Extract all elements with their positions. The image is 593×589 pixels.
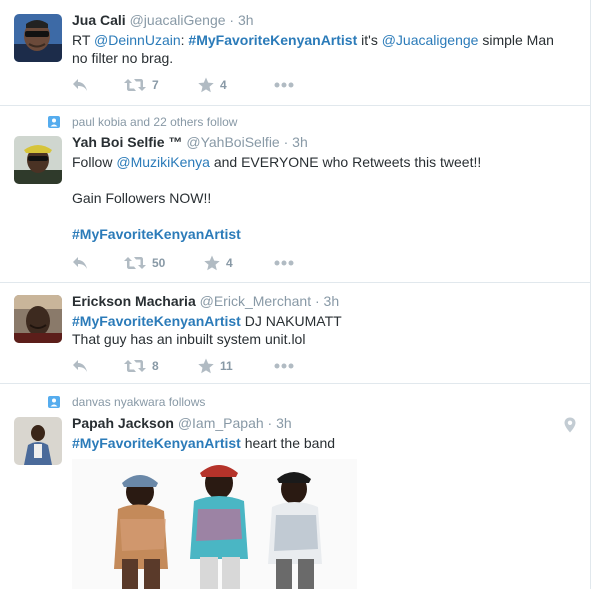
hashtag-link[interactable]: #MyFavoriteKenyanArtist <box>188 32 357 48</box>
author-name[interactable]: Jua Cali <box>72 12 126 28</box>
avatar[interactable] <box>14 295 62 343</box>
favorite-count: 4 <box>226 256 233 270</box>
retweet-count: 50 <box>152 256 166 270</box>
favorite-button[interactable]: 4 <box>204 254 233 272</box>
text-fragment: RT <box>72 32 95 48</box>
person-icon <box>48 116 60 128</box>
more-button[interactable] <box>274 76 294 94</box>
avatar[interactable] <box>14 417 62 465</box>
author-handle[interactable]: @Iam_Papah <box>178 415 264 431</box>
favorite-button[interactable]: 11 <box>198 357 233 375</box>
more-icon <box>274 363 294 369</box>
follow-context-text: danvas nyakwara follows <box>72 395 206 409</box>
author-handle[interactable]: @YahBoiSelfie <box>186 134 279 150</box>
author-handle[interactable]: @Erick_Merchant <box>200 293 311 309</box>
separator: · <box>279 134 293 150</box>
tweet-text: RT @DeinnUzain: #MyFavoriteKenyanArtist … <box>72 31 580 67</box>
tweet[interactable]: paul kobia and 22 others follow Yah Boi … <box>0 106 591 283</box>
more-button[interactable] <box>274 254 294 272</box>
tweet[interactable]: danvas nyakwara follows Papah Jackson @I… <box>0 384 591 589</box>
avatar[interactable] <box>14 136 62 184</box>
follow-context[interactable]: danvas nyakwara follows <box>48 395 205 409</box>
text-fragment: it's <box>357 32 382 48</box>
reply-button[interactable] <box>72 254 88 272</box>
retweet-count: 8 <box>152 359 159 373</box>
favorite-count: 11 <box>220 359 233 373</box>
more-button[interactable] <box>274 357 294 375</box>
separator: · <box>225 12 238 28</box>
hashtag-link[interactable]: #MyFavoriteKenyanArtist <box>72 435 241 451</box>
reply-icon <box>72 256 88 270</box>
retweet-icon <box>124 359 146 373</box>
hashtag-link[interactable]: #MyFavoriteKenyanArtist <box>72 226 241 242</box>
star-icon <box>204 255 220 271</box>
retweet-button[interactable]: 7 <box>124 76 159 94</box>
follow-context-text: paul kobia and 22 others follow <box>72 115 238 129</box>
tweet[interactable]: Jua Cali @juacaliGenge · 3h RT @DeinnUza… <box>0 0 591 106</box>
separator: · <box>311 293 324 309</box>
favorite-button[interactable]: 4 <box>198 76 227 94</box>
reply-button[interactable] <box>72 76 88 94</box>
text-fragment: DJ NAKUMATT <box>240 313 342 329</box>
favorite-count: 4 <box>220 78 227 92</box>
tweet-timestamp[interactable]: 3h <box>276 415 292 431</box>
star-icon <box>198 77 214 93</box>
more-icon <box>274 260 294 266</box>
text-fragment: simple Man <box>478 32 554 48</box>
text-fragment: Follow <box>72 154 117 170</box>
separator: · <box>263 415 277 431</box>
mention-link[interactable]: @MuzikiKenya <box>116 154 210 170</box>
tweet-text: Follow @MuzikiKenya and EVERYONE who Ret… <box>72 153 580 243</box>
mention-link[interactable]: @Juacaligenge <box>382 32 479 48</box>
retweet-button[interactable]: 8 <box>124 357 159 375</box>
mention-link[interactable]: @DeinnUzain <box>94 32 181 48</box>
reply-icon <box>72 359 88 373</box>
text-fragment: and EVERYONE who Retweets this tweet!! <box>209 154 482 170</box>
tweet[interactable]: Erickson Macharia @Erick_Merchant · 3h #… <box>0 283 591 384</box>
tweet-text: #MyFavoriteKenyanArtist heart the band <box>72 434 580 452</box>
retweet-icon <box>124 256 146 270</box>
tweet-timestamp[interactable]: 3h <box>324 293 340 309</box>
tweet-timestamp[interactable]: 3h <box>238 12 254 28</box>
tweet-timestamp[interactable]: 3h <box>292 134 308 150</box>
author-name[interactable]: Yah Boi Selfie ™ <box>72 134 182 150</box>
reply-button[interactable] <box>72 357 88 375</box>
tweet-text: #MyFavoriteKenyanArtist DJ NAKUMATT That… <box>72 312 580 348</box>
follow-context[interactable]: paul kobia and 22 others follow <box>48 115 237 129</box>
author-handle[interactable]: @juacaliGenge <box>130 12 226 28</box>
reply-icon <box>72 78 88 92</box>
text-fragment: no filter no brag. <box>72 50 174 66</box>
more-icon <box>274 82 294 88</box>
avatar[interactable] <box>14 14 62 62</box>
author-name[interactable]: Erickson Macharia <box>72 293 196 309</box>
text-fragment: That guy has an inbuilt system unit.lol <box>72 331 306 347</box>
text-fragment: heart the band <box>240 435 336 451</box>
author-name[interactable]: Papah Jackson <box>72 415 174 431</box>
person-icon <box>48 396 60 408</box>
retweet-count: 7 <box>152 78 159 92</box>
tweet-photo[interactable] <box>72 459 357 589</box>
hashtag-link[interactable]: #MyFavoriteKenyanArtist <box>72 313 241 329</box>
retweet-button[interactable]: 50 <box>124 254 165 272</box>
retweet-icon <box>124 78 146 92</box>
text-fragment: Gain Followers NOW!! <box>72 190 212 206</box>
star-icon <box>198 358 214 374</box>
